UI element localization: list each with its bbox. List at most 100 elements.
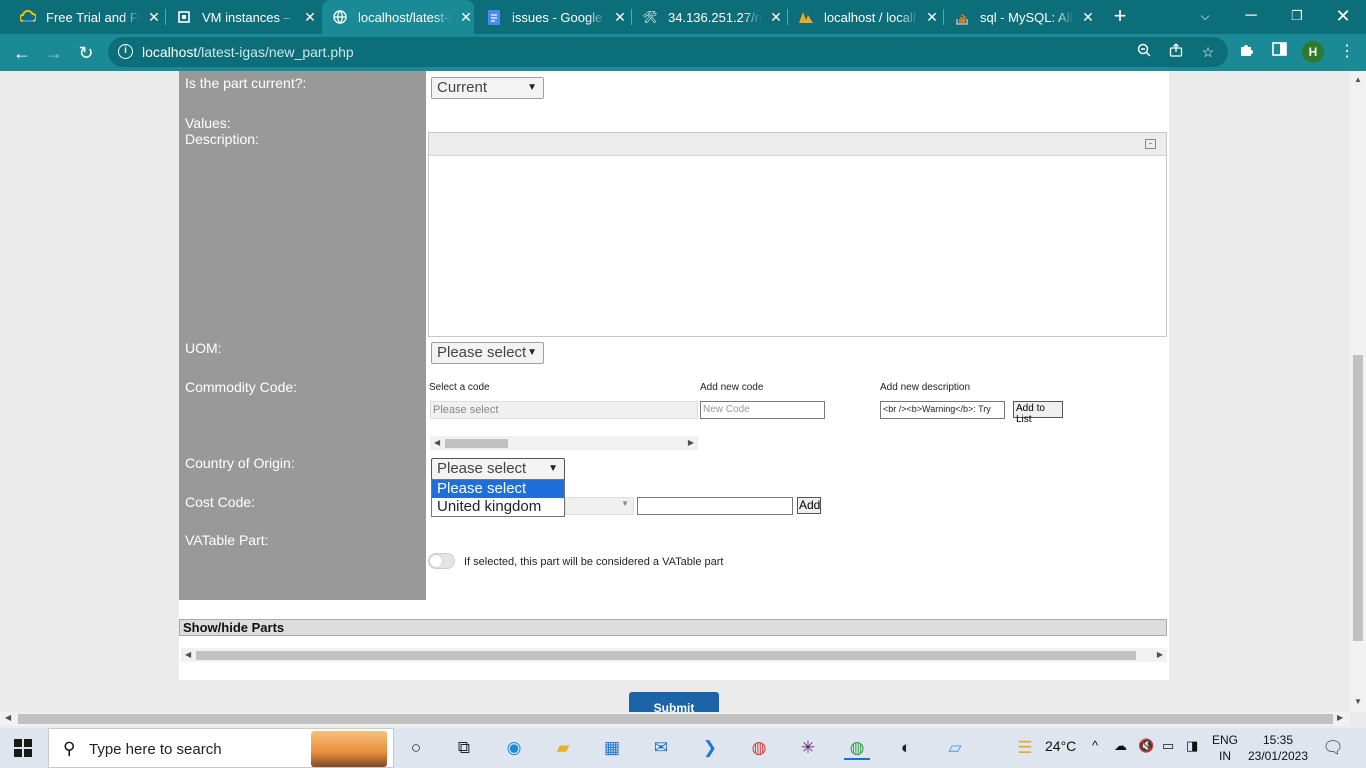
scroll-left-arrow-icon[interactable]: ◀ — [5, 713, 11, 722]
collapse-toolbar-icon[interactable]: - — [1145, 139, 1156, 149]
submit-button[interactable]: Submit — [629, 692, 719, 712]
new-code-input[interactable]: New Code — [700, 401, 825, 419]
close-tab-icon[interactable]: ✕ — [1080, 9, 1096, 26]
scroll-right-arrow-icon[interactable]: ▶ — [1157, 648, 1163, 662]
commodity-scrollbar[interactable]: ◀ ▶ — [430, 436, 698, 450]
uom-select[interactable]: Please select ▼ — [431, 342, 544, 364]
onedrive-cloud-icon[interactable]: ☁ — [1114, 738, 1127, 754]
weather-icon[interactable]: ☰ — [1012, 736, 1038, 760]
tab-ip-address[interactable]: 🛠 34.136.251.27/ne ✕ — [636, 0, 784, 34]
bookmark-star-icon[interactable]: ☆ — [1198, 42, 1218, 62]
edge-browser-icon[interactable]: ◉ — [501, 736, 527, 760]
description-editor[interactable]: - — [428, 132, 1167, 337]
scroll-left-arrow-icon[interactable]: ◀ — [434, 436, 440, 450]
tab-search-chevron-icon[interactable]: ⌵ — [1182, 0, 1228, 34]
chrome-active-icon[interactable]: ◍ — [844, 736, 870, 760]
show-hidden-icons-chevron-icon[interactable]: ^ — [1092, 738, 1098, 753]
page-horizontal-scrollbar[interactable]: ◀ ▶ — [0, 712, 1350, 726]
page-vertical-scrollbar[interactable]: ▲ ▼ — [1350, 71, 1366, 712]
back-arrow-icon[interactable]: ← — [8, 39, 36, 67]
volume-muted-icon[interactable]: 🔇 — [1138, 738, 1154, 754]
meet-now-icon[interactable]: ◨ — [1186, 738, 1198, 754]
weather-temperature[interactable]: 24°C — [1045, 738, 1076, 754]
cost-code-input[interactable] — [637, 497, 793, 515]
share-icon[interactable] — [1166, 42, 1186, 62]
close-tab-icon[interactable]: ✕ — [146, 9, 162, 26]
restore-icon[interactable]: ❐ — [1274, 0, 1320, 34]
chevron-down-icon: ▼ — [548, 463, 558, 474]
show-hide-parts-bar[interactable]: Show/hide Parts — [179, 619, 1167, 636]
system-clock[interactable]: 15:35 23/01/2023 — [1246, 732, 1310, 764]
vatable-toggle[interactable] — [428, 553, 455, 569]
extensions-puzzle-icon[interactable] — [1236, 41, 1258, 63]
windows-start-icon[interactable] — [14, 739, 32, 757]
slack-icon[interactable]: ✳ — [795, 736, 821, 760]
notifications-icon[interactable]: 🗨 — [1320, 736, 1346, 760]
cost-code-select[interactable]: ▼ — [565, 497, 634, 515]
zoom-icon[interactable] — [1134, 42, 1154, 62]
more-menu-icon[interactable]: ⋮ — [1336, 41, 1358, 63]
scroll-down-arrow-icon[interactable]: ▼ — [1354, 697, 1362, 706]
close-tab-icon[interactable]: ✕ — [302, 9, 318, 26]
url-text[interactable]: localhost/latest-igas/new_part.php — [142, 44, 354, 60]
new-description-caption: Add new description — [880, 382, 971, 393]
address-bar[interactable]: i localhost/latest-igas/new_part.php ☆ — [108, 37, 1228, 67]
notepad-icon[interactable]: ▱ — [942, 736, 968, 760]
windows-taskbar: ⚲ Type here to search ○ ⧉ ◉ ▰ ▦ ✉ ❯ ◍ ✳ … — [0, 728, 1366, 768]
scroll-thumb[interactable] — [445, 439, 508, 448]
tab-title: localhost / localh — [824, 9, 918, 25]
vscode-icon[interactable]: ❯ — [697, 736, 723, 760]
mail-icon[interactable]: ✉ — [648, 736, 674, 760]
github-desktop-icon[interactable]: ◐ — [893, 736, 919, 760]
tab-issues-docs[interactable]: issues - Google Do ✕ — [480, 0, 628, 34]
forward-arrow-icon[interactable]: → — [40, 39, 68, 67]
scroll-thumb[interactable] — [18, 714, 1333, 724]
scroll-thumb[interactable] — [1353, 355, 1363, 641]
clock-date: 23/01/2023 — [1247, 749, 1309, 763]
task-view-icon[interactable]: ⧉ — [451, 736, 477, 760]
close-tab-icon[interactable]: ✕ — [768, 9, 784, 26]
scroll-thumb[interactable] — [196, 651, 1136, 660]
tab-title: sql - MySQL: All p — [980, 9, 1074, 25]
chrome-profile-icon[interactable]: ◍ — [746, 736, 772, 760]
file-explorer-icon[interactable]: ▰ — [550, 736, 576, 760]
tab-title: localhost/latest-ig — [358, 9, 452, 25]
site-info-icon[interactable]: i — [118, 44, 133, 59]
country-dropdown-list[interactable]: Please select United kingdom — [431, 479, 565, 517]
add-to-list-button[interactable]: Add to List — [1013, 401, 1063, 425]
part-current-select[interactable]: Current ▼ — [431, 77, 544, 99]
scroll-right-arrow-icon[interactable]: ▶ — [688, 436, 694, 450]
close-tab-icon[interactable]: ✕ — [458, 9, 474, 26]
new-tab-plus-icon[interactable]: + — [1108, 4, 1132, 28]
input-language[interactable]: ENG IN — [1210, 732, 1240, 764]
tab-free-trial[interactable]: Free Trial and Free ✕ — [14, 0, 162, 34]
minimize-icon[interactable]: ─ — [1228, 0, 1274, 34]
reload-icon[interactable]: ↻ — [72, 39, 100, 67]
country-select[interactable]: Please select ▼ — [431, 458, 565, 480]
uom-label: UOM: — [185, 340, 222, 356]
dropdown-option[interactable]: Please select — [432, 480, 564, 498]
close-tab-icon[interactable]: ✕ — [612, 9, 628, 26]
chevron-down-icon: ▼ — [527, 82, 537, 93]
taskbar-search-box[interactable]: ⚲ Type here to search — [48, 728, 394, 768]
scroll-up-arrow-icon[interactable]: ▲ — [1354, 75, 1362, 84]
docs-icon — [486, 9, 502, 25]
cortana-circle-icon[interactable]: ○ — [403, 736, 429, 760]
network-icon[interactable]: ▭ — [1162, 738, 1174, 754]
microsoft-store-icon[interactable]: ▦ — [599, 736, 625, 760]
scroll-right-arrow-icon[interactable]: ▶ — [1337, 713, 1343, 722]
scroll-left-arrow-icon[interactable]: ◀ — [185, 648, 191, 662]
close-window-icon[interactable]: ✕ — [1320, 0, 1366, 34]
new-description-input[interactable]: <br /><b>Warning</b>: Try — [880, 401, 1005, 419]
side-panel-icon[interactable] — [1268, 41, 1290, 63]
tab-mysql-stackoverflow[interactable]: sql - MySQL: All p ✕ — [948, 0, 1096, 34]
tab-localhost-active[interactable]: localhost/latest-ig ✕ — [322, 0, 474, 34]
tab-phpmyadmin[interactable]: localhost / localh ✕ — [792, 0, 940, 34]
cost-code-add-button[interactable]: Add — [797, 497, 821, 514]
close-tab-icon[interactable]: ✕ — [924, 9, 940, 26]
tab-vm-instances[interactable]: VM instances – Co ✕ — [170, 0, 318, 34]
commodity-code-select[interactable]: Please select — [430, 401, 698, 419]
dropdown-option[interactable]: United kingdom — [432, 498, 564, 516]
parts-scrollbar[interactable]: ◀ ▶ — [181, 648, 1167, 662]
profile-avatar[interactable]: H — [1302, 41, 1324, 63]
